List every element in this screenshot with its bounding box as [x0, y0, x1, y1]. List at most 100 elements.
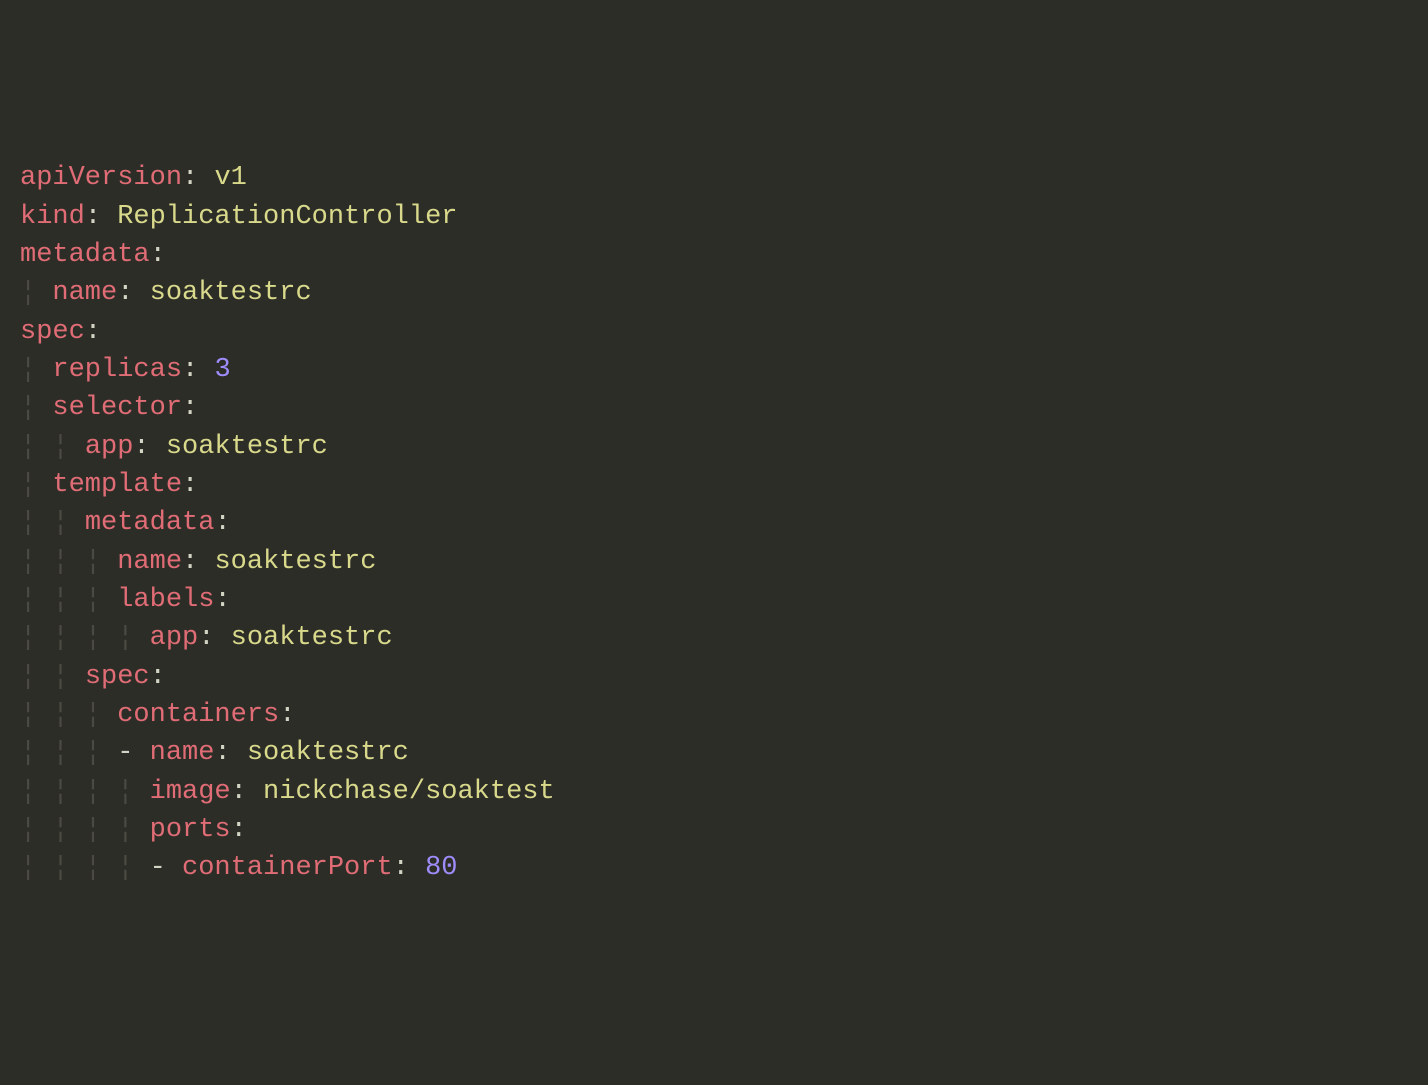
indent-guide: ¦ — [117, 849, 133, 887]
colon: : — [182, 393, 198, 423]
yaml-key: ports — [150, 815, 231, 845]
yaml-value: ReplicationController — [117, 202, 457, 232]
yaml-key: name — [52, 278, 117, 308]
indent-guide: ¦ — [20, 734, 36, 772]
code-line: apiVersion: v1 — [20, 159, 1428, 197]
colon: : — [214, 585, 230, 615]
colon: : — [182, 355, 198, 385]
indent-guide: ¦ — [20, 389, 36, 427]
indent-guide: ¦ — [85, 849, 101, 887]
yaml-value: soaktestrc — [166, 432, 328, 462]
colon: : — [150, 662, 166, 692]
yaml-key: app — [150, 623, 199, 653]
yaml-key: template — [52, 470, 182, 500]
colon: : — [117, 278, 133, 308]
indent-guide: ¦ — [117, 773, 133, 811]
indent-guide: ¦ — [85, 581, 101, 619]
indent-guide: ¦ — [20, 504, 36, 542]
indent-guide: ¦ — [20, 581, 36, 619]
colon: : — [393, 853, 409, 883]
colon: : — [214, 508, 230, 538]
code-line: ¦ template: — [20, 466, 1428, 504]
indent-guide: ¦ — [20, 619, 36, 657]
indent-guide: ¦ — [20, 274, 36, 312]
colon: : — [85, 202, 101, 232]
colon: : — [214, 738, 230, 768]
code-line: ¦ ¦ ¦ ¦ app: soaktestrc — [20, 619, 1428, 657]
indent-guide: ¦ — [52, 811, 68, 849]
yaml-value: 80 — [425, 853, 457, 883]
code-line: ¦ ¦ ¦ ¦ image: nickchase/soaktest — [20, 773, 1428, 811]
code-line: ¦ ¦ ¦ - name: soaktestrc — [20, 734, 1428, 772]
yaml-value: v1 — [214, 163, 246, 193]
code-line: ¦ ¦ ¦ ¦ ports: — [20, 811, 1428, 849]
code-line: ¦ replicas: 3 — [20, 351, 1428, 389]
yaml-key: name — [150, 738, 215, 768]
indent-guide: ¦ — [20, 466, 36, 504]
code-line: ¦ ¦ app: soaktestrc — [20, 428, 1428, 466]
indent-guide: ¦ — [52, 428, 68, 466]
colon: : — [182, 547, 198, 577]
indent-guide: ¦ — [52, 773, 68, 811]
indent-guide: ¦ — [85, 543, 101, 581]
yaml-key: labels — [117, 585, 214, 615]
indent-guide: ¦ — [52, 734, 68, 772]
indent-guide: ¦ — [85, 696, 101, 734]
indent-guide: ¦ — [117, 811, 133, 849]
colon: : — [150, 240, 166, 270]
code-line: metadata: — [20, 236, 1428, 274]
yaml-key: metadata — [20, 240, 150, 270]
indent-guide: ¦ — [20, 428, 36, 466]
yaml-key: spec — [85, 662, 150, 692]
yaml-key: name — [117, 547, 182, 577]
yaml-value: 3 — [214, 355, 230, 385]
list-dash: - — [117, 738, 133, 768]
yaml-key: app — [85, 432, 134, 462]
indent-guide: ¦ — [85, 734, 101, 772]
yaml-key: kind — [20, 202, 85, 232]
colon: : — [133, 432, 149, 462]
yaml-key: containers — [117, 700, 279, 730]
code-line: ¦ ¦ ¦ ¦ - containerPort: 80 — [20, 849, 1428, 887]
code-line: ¦ selector: — [20, 389, 1428, 427]
yaml-key: image — [150, 777, 231, 807]
indent-guide: ¦ — [20, 849, 36, 887]
indent-guide: ¦ — [52, 504, 68, 542]
indent-guide: ¦ — [20, 543, 36, 581]
indent-guide: ¦ — [52, 849, 68, 887]
yaml-key: selector — [52, 393, 182, 423]
yaml-value: soaktestrc — [231, 623, 393, 653]
indent-guide: ¦ — [52, 619, 68, 657]
code-line: ¦ ¦ ¦ containers: — [20, 696, 1428, 734]
indent-guide: ¦ — [85, 773, 101, 811]
code-line: ¦ ¦ ¦ labels: — [20, 581, 1428, 619]
yaml-value: nickchase/soaktest — [263, 777, 555, 807]
yaml-key: replicas — [52, 355, 182, 385]
code-line: ¦ ¦ ¦ name: soaktestrc — [20, 543, 1428, 581]
yaml-value: soaktestrc — [214, 547, 376, 577]
code-line: ¦ ¦ spec: — [20, 658, 1428, 696]
indent-guide: ¦ — [20, 811, 36, 849]
indent-guide: ¦ — [85, 811, 101, 849]
indent-guide: ¦ — [20, 351, 36, 389]
indent-guide: ¦ — [52, 581, 68, 619]
colon: : — [231, 777, 247, 807]
indent-guide: ¦ — [20, 696, 36, 734]
yaml-value: soaktestrc — [150, 278, 312, 308]
indent-guide: ¦ — [52, 658, 68, 696]
yaml-key: metadata — [85, 508, 215, 538]
colon: : — [85, 317, 101, 347]
colon: : — [231, 815, 247, 845]
indent-guide: ¦ — [85, 619, 101, 657]
colon: : — [198, 623, 214, 653]
code-line: kind: ReplicationController — [20, 198, 1428, 236]
yaml-key: apiVersion — [20, 163, 182, 193]
indent-guide: ¦ — [20, 773, 36, 811]
yaml-key: spec — [20, 317, 85, 347]
yaml-value: soaktestrc — [247, 738, 409, 768]
indent-guide: ¦ — [20, 658, 36, 696]
code-line: ¦ ¦ metadata: — [20, 504, 1428, 542]
colon: : — [182, 163, 198, 193]
code-editor[interactable]: apiVersion: v1kind: ReplicationControlle… — [20, 159, 1428, 887]
indent-guide: ¦ — [52, 696, 68, 734]
